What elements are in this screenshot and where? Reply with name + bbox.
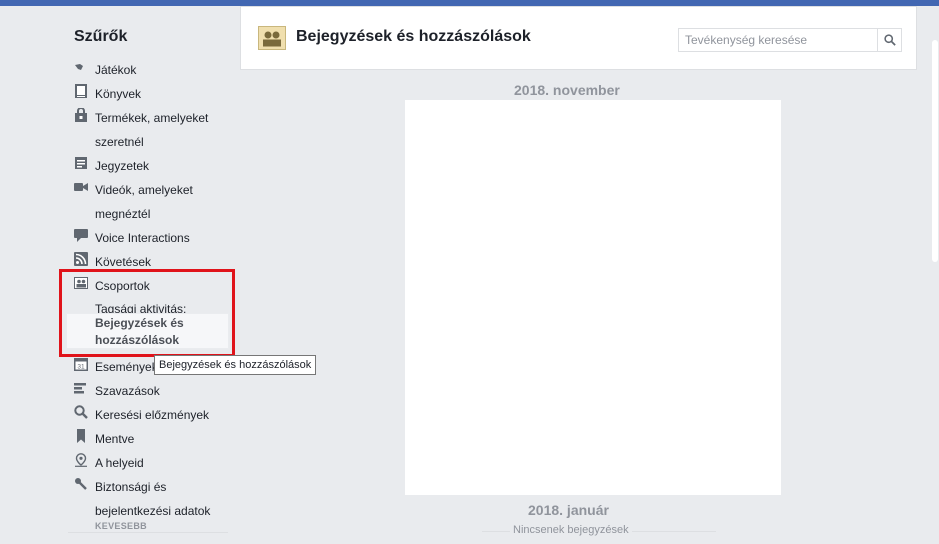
game-controller-icon: [75, 64, 83, 70]
sidebar-item-your-places[interactable]: A helyeid: [74, 451, 234, 475]
search-icon: [884, 34, 896, 46]
sidebar-item-notes[interactable]: Jegyzetek: [74, 154, 234, 178]
sidebar-item-saved[interactable]: Mentve: [74, 427, 234, 451]
group-icon: [258, 26, 286, 50]
tooltip: Bejegyzések és hozzászólások: [154, 355, 317, 375]
sidebar-item-wished-products[interactable]: Termékek, amelyeket szeretnél: [74, 106, 234, 154]
month-heading-january: 2018. január: [528, 502, 609, 518]
filters-title: Szűrők: [74, 28, 128, 45]
sidebar-item-watched-videos[interactable]: Videók, amelyeket megnéztél: [74, 178, 234, 226]
divider: [482, 531, 510, 532]
activity-header: Bejegyzések és hozzászólások: [240, 6, 917, 70]
sidebar-item-security-login[interactable]: Biztonsági és bejelentkezési adatok: [74, 475, 234, 523]
search-icon: [74, 405, 88, 419]
no-posts-text: Nincsenek bejegyzések: [513, 524, 629, 536]
book-icon: [75, 84, 87, 98]
search-button[interactable]: [877, 29, 901, 51]
highlight-annotation-box: [59, 269, 235, 357]
sidebar-divider: [68, 532, 228, 533]
month-heading-november: 2018. november: [514, 82, 620, 98]
calendar-icon: 31: [74, 358, 88, 371]
sidebar-item-games[interactable]: Játékok: [74, 58, 234, 82]
key-icon: [75, 478, 87, 490]
location-pin-icon: [75, 453, 87, 467]
show-less-link[interactable]: KEVESEBB: [95, 521, 147, 531]
svg-text:31: 31: [77, 364, 85, 371]
rss-feed-icon: [74, 252, 88, 266]
scrollbar-thumb[interactable]: [932, 40, 938, 262]
poll-icon: [74, 383, 86, 394]
divider: [632, 531, 716, 532]
video-camera-icon: [74, 183, 88, 191]
note-icon: [75, 157, 87, 169]
sidebar-item-search-history[interactable]: Keresési előzmények: [74, 403, 234, 427]
sidebar-item-voice-interactions[interactable]: Voice Interactions: [74, 226, 234, 250]
sidebar-item-books[interactable]: Könyvek: [74, 82, 234, 106]
bookmark-icon: [77, 429, 85, 443]
speech-bubble-icon: [74, 229, 88, 242]
search-input[interactable]: [679, 29, 877, 51]
activity-content-panel: [405, 100, 781, 495]
activity-search: [678, 28, 902, 52]
shopping-bag-icon: [75, 108, 87, 122]
sidebar-item-polls[interactable]: Szavazások: [74, 379, 234, 403]
page-title: Bejegyzések és hozzászólások: [296, 28, 531, 45]
